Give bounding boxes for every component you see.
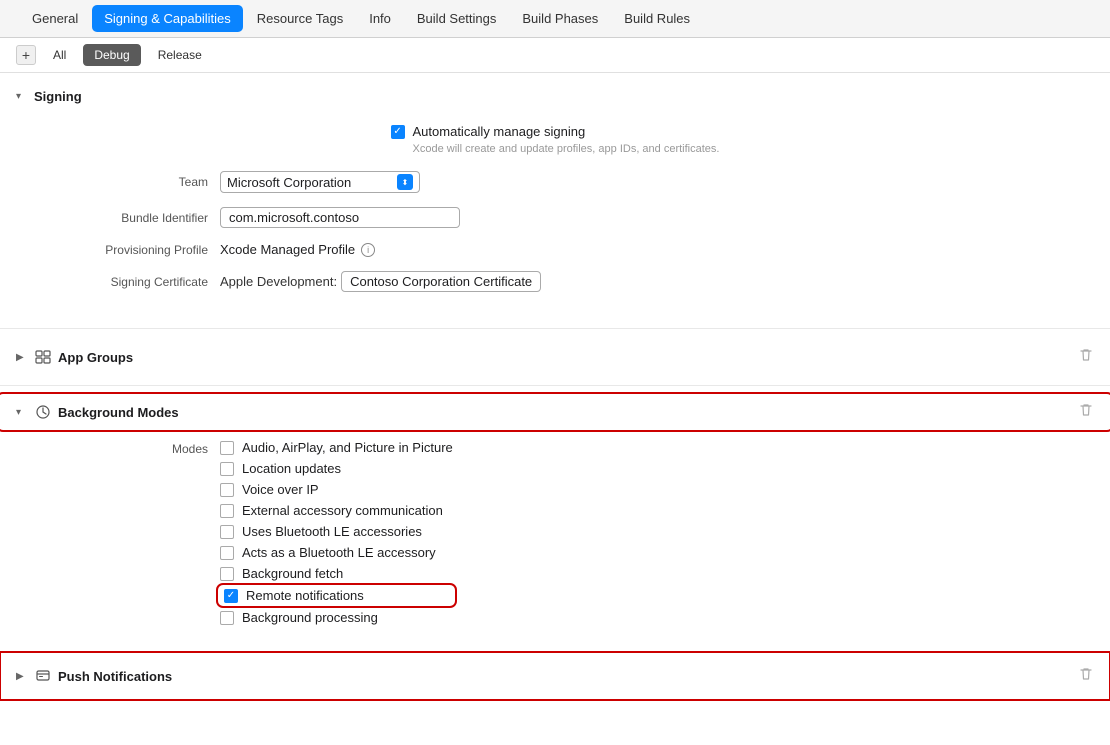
provisioning-row: Provisioning Profile Xcode Managed Profi… (0, 238, 1110, 261)
tab-general[interactable]: General (20, 5, 90, 32)
mode-label-bluetooth-acts: Acts as a Bluetooth LE accessory (242, 545, 436, 560)
app-groups-trash[interactable] (1078, 347, 1094, 367)
signing-title: Signing (34, 89, 82, 104)
mode-label-external: External accessory communication (242, 503, 443, 518)
team-label: Team (20, 175, 220, 189)
modes-row: Modes Audio, AirPlay, and Picture in Pic… (0, 436, 1110, 629)
team-select[interactable]: Microsoft Corporation ⬍ (220, 171, 420, 193)
signing-chevron-down: ▾ (16, 91, 28, 102)
provisioning-value: Xcode Managed Profile i (220, 242, 375, 257)
mode-checkbox-processing[interactable] (220, 611, 234, 625)
background-modes-trash[interactable] (1078, 402, 1094, 422)
background-modes-chevron: ▾ (16, 407, 28, 418)
filter-debug[interactable]: Debug (83, 44, 140, 66)
tab-resource-tags[interactable]: Resource Tags (245, 5, 355, 32)
auto-manage-check-row: ✓ Automatically manage signing (391, 124, 720, 139)
modes-label: Modes (20, 440, 220, 456)
team-value: Microsoft Corporation (227, 175, 397, 190)
background-modes-title: Background Modes (58, 405, 179, 420)
mode-item-location[interactable]: Location updates (220, 461, 453, 476)
mode-item-fetch[interactable]: Background fetch (220, 566, 453, 581)
mode-checkbox-external[interactable] (220, 504, 234, 518)
tab-signing-capabilities[interactable]: Signing & Capabilities (92, 5, 242, 32)
cert-value: Contoso Corporation Certificate (341, 271, 541, 292)
signing-content: ✓ Automatically manage signing Xcode wil… (0, 110, 1110, 318)
cert-prefix: Apple Development: (220, 274, 337, 289)
mode-checkbox-bluetooth[interactable] (220, 525, 234, 539)
push-notifications-header[interactable]: ▶ Push Notifications (0, 652, 1110, 700)
background-modes-header[interactable]: ▾ Background Modes (0, 396, 1110, 428)
auto-manage-row: ✓ Automatically manage signing Xcode wil… (0, 120, 1110, 161)
mode-label-bluetooth: Uses Bluetooth LE accessories (242, 524, 422, 539)
provisioning-text: Xcode Managed Profile (220, 242, 355, 257)
provisioning-label: Provisioning Profile (20, 243, 220, 257)
mode-label-remote: Remote notifications (246, 588, 364, 603)
mode-item-remote[interactable]: ✓ Remote notifications (220, 587, 453, 604)
auto-manage-content: ✓ Automatically manage signing Xcode wil… (391, 124, 720, 157)
background-modes-section: ▾ Background Modes Modes Audio, AirPlay,… (0, 386, 1110, 652)
app-groups-section: ▶ App Groups (0, 329, 1110, 386)
bundle-id-label: Bundle Identifier (20, 211, 220, 225)
push-notifications-title: Push Notifications (58, 669, 172, 684)
tab-build-rules[interactable]: Build Rules (612, 5, 702, 32)
provisioning-info-icon[interactable]: i (361, 243, 375, 257)
signing-cert-field: Apple Development: Contoso Corporation C… (220, 271, 541, 292)
mode-item-bluetooth-acts[interactable]: Acts as a Bluetooth LE accessory (220, 545, 453, 560)
mode-item-audio[interactable]: Audio, AirPlay, and Picture in Picture (220, 440, 453, 455)
mode-checkbox-location[interactable] (220, 462, 234, 476)
signing-cert-label: Signing Certificate (20, 275, 220, 289)
modes-content: Modes Audio, AirPlay, and Picture in Pic… (0, 428, 1110, 641)
mode-item-external[interactable]: External accessory communication (220, 503, 453, 518)
mode-checkbox-bluetooth-acts[interactable] (220, 546, 234, 560)
mode-label-fetch: Background fetch (242, 566, 343, 581)
mode-checkbox-fetch[interactable] (220, 567, 234, 581)
app-groups-chevron: ▶ (16, 352, 28, 363)
auto-manage-description: Xcode will create and update profiles, a… (413, 142, 720, 157)
tab-build-phases[interactable]: Build Phases (510, 5, 610, 32)
mode-checkbox-remote[interactable]: ✓ (224, 589, 238, 603)
bundle-id-row: Bundle Identifier (0, 203, 1110, 232)
filter-release[interactable]: Release (147, 44, 213, 66)
signing-cert-row: Signing Certificate Apple Development: C… (0, 267, 1110, 296)
add-capability-button[interactable]: + (16, 45, 36, 65)
signing-section: ▾ Signing ✓ Automatically manage signing… (0, 73, 1110, 329)
bundle-id-input[interactable] (220, 207, 460, 228)
mode-item-bluetooth[interactable]: Uses Bluetooth LE accessories (220, 524, 453, 539)
push-notif-chevron: ▶ (16, 671, 28, 682)
tab-build-settings[interactable]: Build Settings (405, 5, 509, 32)
tab-info[interactable]: Info (357, 5, 403, 32)
team-row: Team Microsoft Corporation ⬍ (0, 167, 1110, 197)
push-notif-icon (34, 667, 52, 685)
team-select-arrow: ⬍ (397, 174, 413, 190)
auto-manage-checkbox[interactable]: ✓ (391, 125, 405, 139)
mode-item-voip[interactable]: Voice over IP (220, 482, 453, 497)
mode-checkbox-audio[interactable] (220, 441, 234, 455)
push-notifications-trash[interactable] (1078, 666, 1094, 686)
mode-label-audio: Audio, AirPlay, and Picture in Picture (242, 440, 453, 455)
mode-item-processing[interactable]: Background processing (220, 610, 453, 625)
mode-checkbox-voip[interactable] (220, 483, 234, 497)
mode-label-location: Location updates (242, 461, 341, 476)
auto-manage-label: Automatically manage signing (413, 124, 586, 139)
mode-label-voip: Voice over IP (242, 482, 319, 497)
mode-label-processing: Background processing (242, 610, 378, 625)
background-modes-icon (34, 403, 52, 421)
app-groups-header[interactable]: ▶ App Groups (0, 339, 1110, 375)
app-groups-title: App Groups (58, 350, 133, 365)
main-content: ▾ Signing ✓ Automatically manage signing… (0, 73, 1110, 742)
tab-bar: General Signing & Capabilities Resource … (0, 0, 1110, 38)
push-notifications-section: ▶ Push Notifications (0, 652, 1110, 701)
filter-bar: + All Debug Release (0, 38, 1110, 73)
signing-section-header[interactable]: ▾ Signing (0, 83, 1110, 110)
modes-list: Audio, AirPlay, and Picture in Picture Lo… (220, 440, 453, 625)
app-groups-icon (34, 348, 52, 366)
filter-all[interactable]: All (42, 44, 77, 66)
